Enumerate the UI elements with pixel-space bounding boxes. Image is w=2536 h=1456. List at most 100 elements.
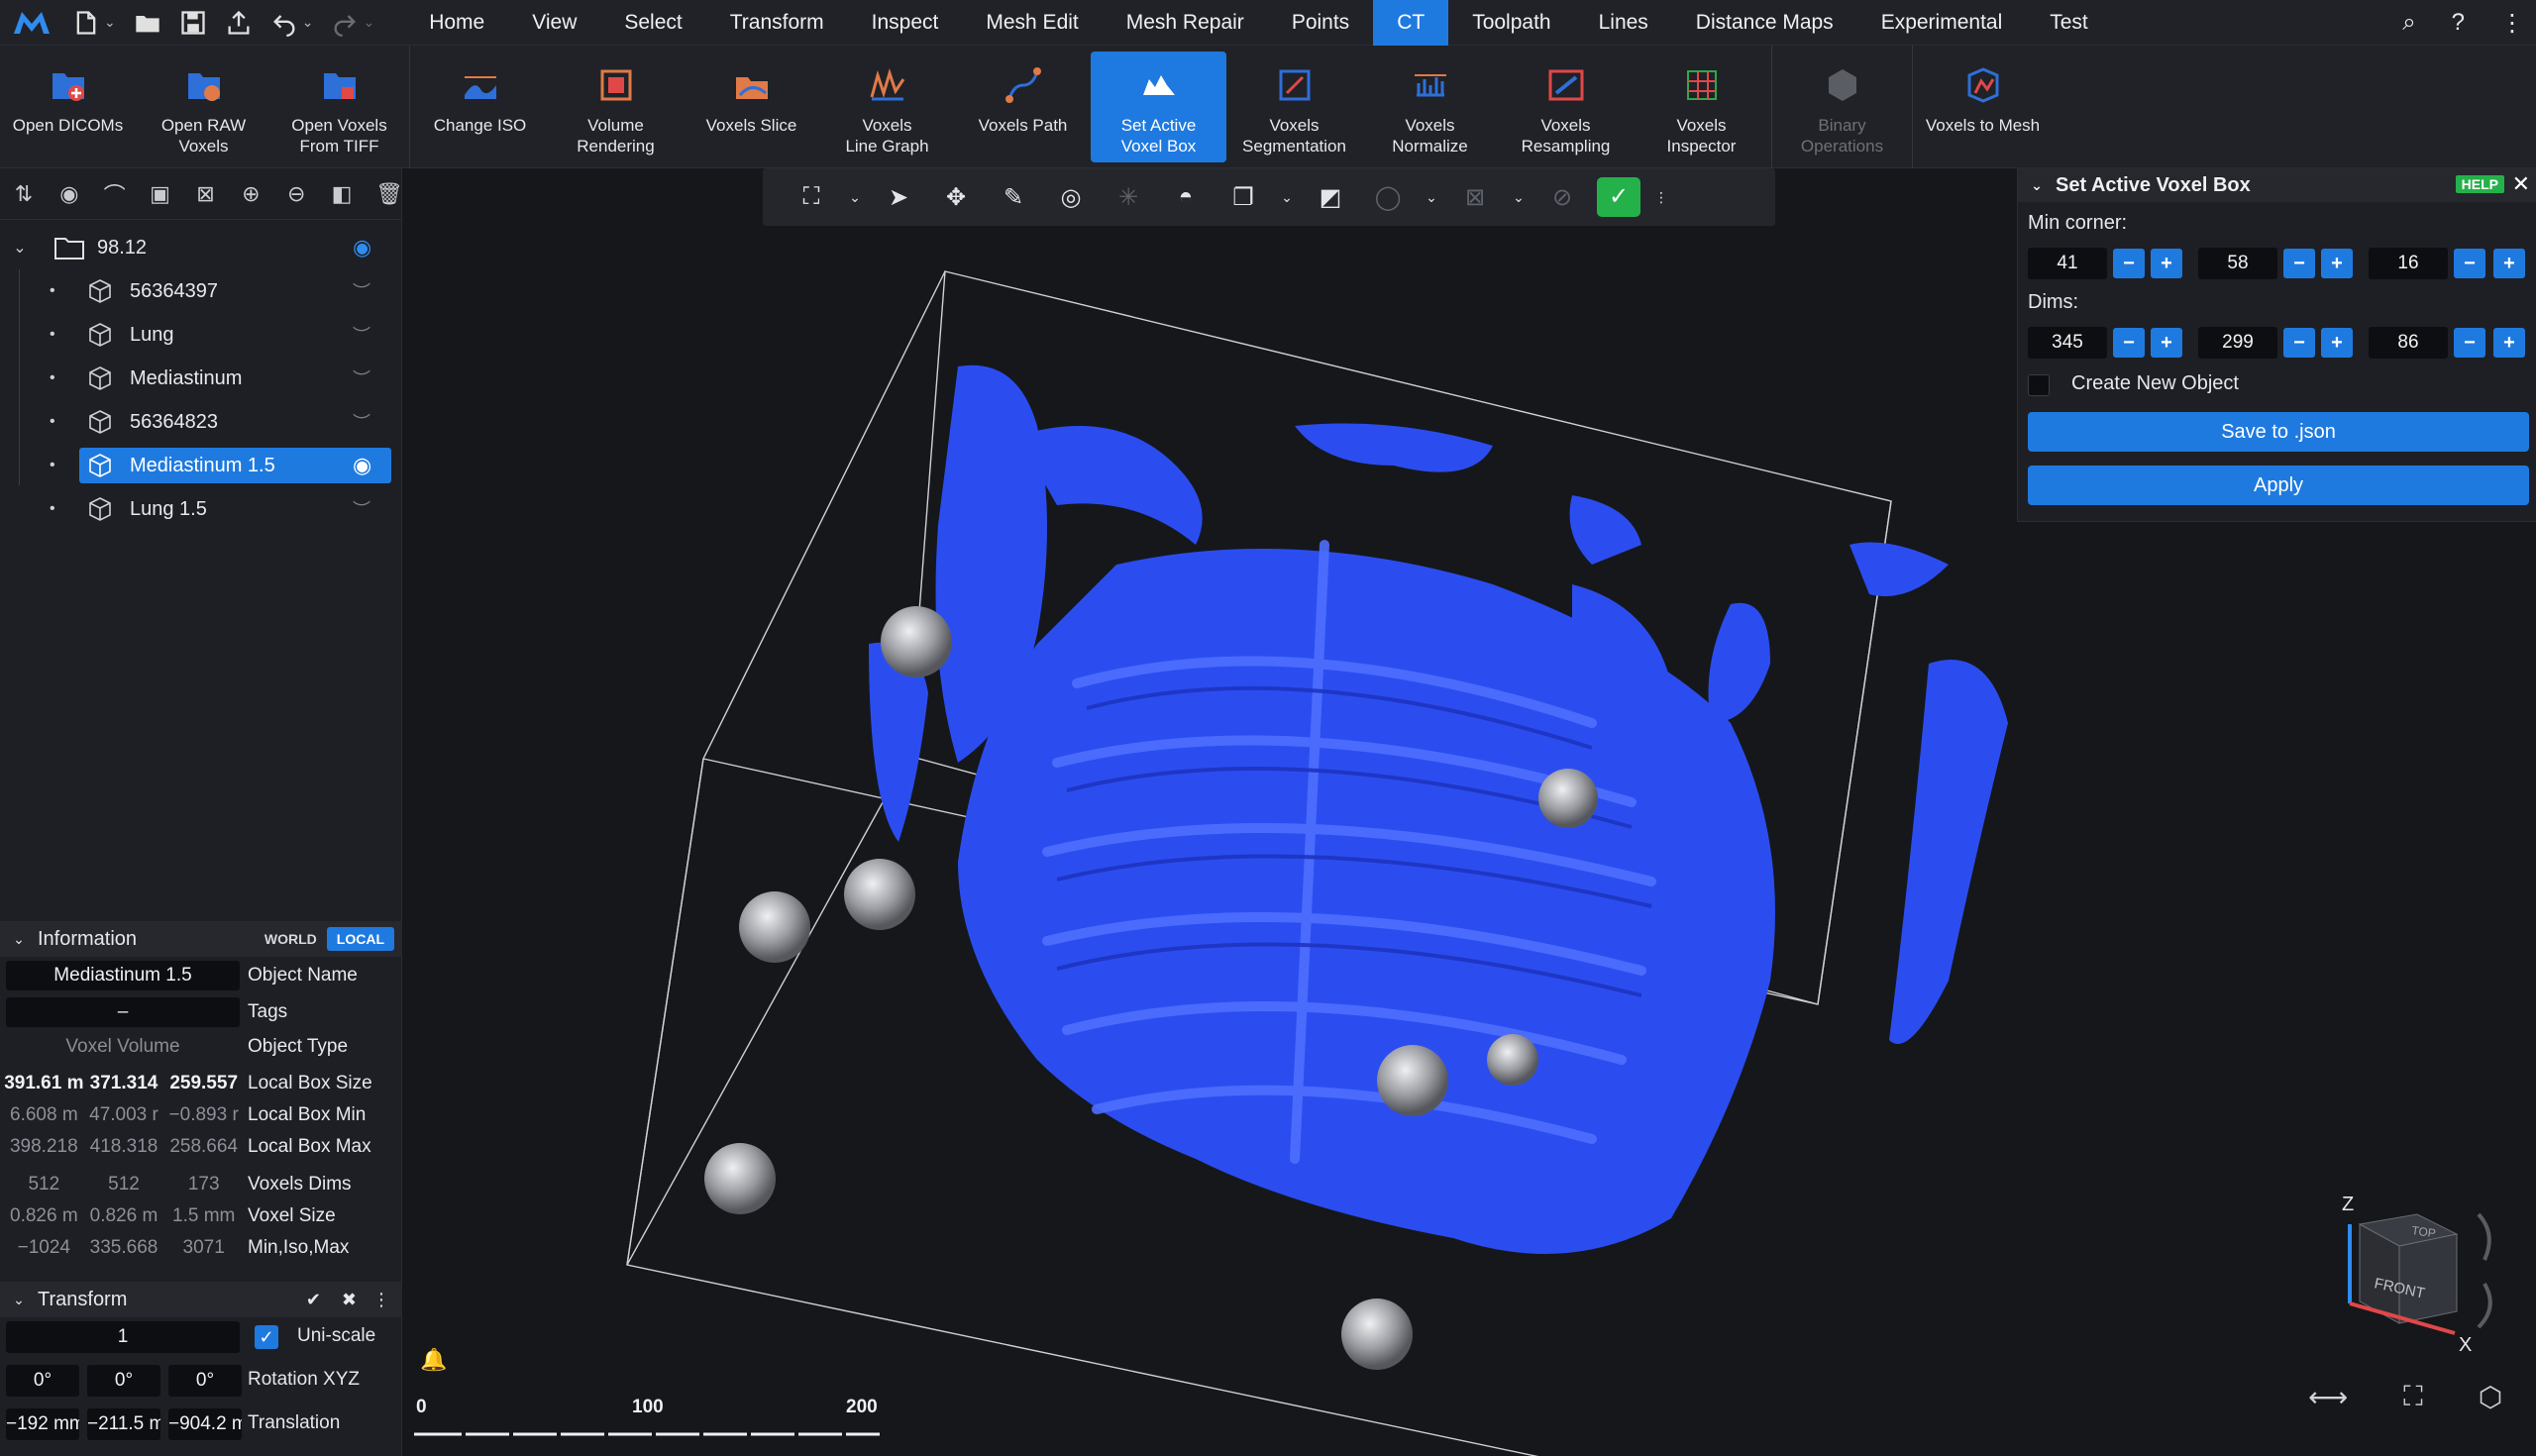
translation-z-field[interactable]: −904.2 m [168, 1408, 242, 1440]
split-icon[interactable]: ◧ [330, 181, 354, 207]
min-corner-x-increment[interactable]: + [2151, 249, 2182, 278]
hidden-eye-icon[interactable]: ︶ [353, 409, 370, 435]
create-new-object-checkbox[interactable] [2028, 374, 2050, 396]
eye-icon[interactable]: ◉ [57, 181, 81, 207]
help-button[interactable]: HELP [2455, 175, 2504, 193]
menu-experimental[interactable]: Experimental [1857, 0, 2027, 46]
clip-icon[interactable]: ◩ [1302, 183, 1359, 212]
menu-transform[interactable]: Transform [706, 0, 848, 46]
min-corner-y-decrement[interactable]: − [2283, 249, 2315, 278]
translation-y-field[interactable]: −211.5 m [87, 1408, 160, 1440]
mesh-icon[interactable]: ✳ [1100, 183, 1157, 212]
notification-bell-icon[interactable]: 🔔 [420, 1347, 447, 1373]
menu-points[interactable]: Points [1268, 0, 1373, 46]
rotate-icon[interactable]: ◎ [1042, 183, 1100, 212]
chevron-down-icon[interactable]: ⌄ [840, 189, 870, 206]
more-icon[interactable]: ⋮ [2500, 9, 2524, 38]
search-icon[interactable]: ⌕ [2402, 9, 2415, 37]
lasso-icon[interactable]: ◯ [1359, 183, 1417, 212]
change-iso-button[interactable]: Change ISO [412, 46, 548, 168]
chevron-down-icon[interactable]: ⌄ [0, 238, 40, 258]
open-folder-icon[interactable] [125, 0, 170, 46]
move-icon[interactable]: ✥ [927, 183, 985, 212]
menu-ct[interactable]: CT [1373, 0, 1449, 46]
voxels-normalize-button[interactable]: Voxels Normalize [1362, 46, 1498, 168]
menu-select[interactable]: Select [600, 0, 705, 46]
min-corner-z-decrement[interactable]: − [2454, 249, 2485, 278]
dims-x-increment[interactable]: + [2151, 328, 2182, 358]
tree-item[interactable]: • Lung 1.5 ︶ [0, 487, 401, 531]
save-json-button[interactable]: Save to .json [2028, 412, 2529, 452]
copy-icon[interactable]: ❐ [1215, 183, 1272, 212]
chevron-down-icon[interactable]: ⌄ [1504, 189, 1533, 206]
voxels-path-button[interactable]: Voxels Path [955, 46, 1091, 168]
help-icon[interactable]: ? [2452, 9, 2465, 37]
hidden-eye-icon[interactable]: ︶ [353, 322, 370, 348]
min-corner-y-field[interactable]: 58 [2198, 248, 2277, 279]
paint-icon[interactable]: ◓ [1157, 183, 1215, 211]
navigation-cube[interactable]: TOP FRONT Z X [2308, 1185, 2506, 1383]
set-active-voxel-box-button[interactable]: Set Active Voxel Box [1091, 52, 1226, 162]
edit-select-icon[interactable]: ✎ [985, 183, 1042, 212]
tree-item[interactable]: • 56364397 ︶ [0, 269, 401, 313]
cursor-icon[interactable]: ➤ [870, 183, 927, 212]
tree-item[interactable]: • Lung ︶ [0, 313, 401, 357]
visible-eye-icon[interactable]: ◉ [353, 453, 371, 478]
min-corner-z-field[interactable]: 16 [2369, 248, 2448, 279]
information-header[interactable]: ⌄ Information WORLD LOCAL [0, 921, 402, 957]
hidden-eye-icon[interactable]: ︶ [353, 496, 370, 522]
menu-mesh-repair[interactable]: Mesh Repair [1103, 0, 1268, 46]
min-corner-x-field[interactable]: 41 [2028, 248, 2107, 279]
confirm-check-icon[interactable]: ✓ [1597, 177, 1640, 217]
cube-view-icon[interactable]: ⬡ [2479, 1381, 2502, 1413]
voxels-resampling-button[interactable]: Voxels Resampling [1498, 46, 1634, 168]
hide-icon[interactable]: ⌒ [103, 178, 127, 210]
hidden-eye-icon[interactable]: ︶ [353, 365, 370, 391]
perspective-icon[interactable]: ⛶ [2403, 1381, 2423, 1413]
trash-icon[interactable]: 🗑 [375, 181, 403, 207]
rotation-x-field[interactable]: 0° [6, 1365, 79, 1397]
tags-field[interactable]: – [6, 997, 240, 1027]
visible-eye-icon[interactable]: ◉ [353, 235, 371, 260]
voxels-line-graph-button[interactable]: Voxels Line Graph [819, 46, 955, 168]
tree-root[interactable]: ⌄ 98.12 ◉ [0, 226, 401, 269]
menu-test[interactable]: Test [2026, 0, 2112, 46]
local-toggle[interactable]: LOCAL [326, 927, 394, 951]
min-corner-y-increment[interactable]: + [2321, 249, 2353, 278]
min-corner-x-decrement[interactable]: − [2113, 249, 2145, 278]
dims-y-increment[interactable]: + [2321, 328, 2353, 358]
chevron-down-icon[interactable]: ⌄ [2018, 177, 2056, 194]
view-cube-icon[interactable]: TOP FRONT Z X [2308, 1185, 2506, 1383]
menu-inspect[interactable]: Inspect [848, 0, 963, 46]
chevron-down-icon[interactable]: ⌄ [1417, 189, 1446, 206]
export-icon[interactable] [216, 0, 262, 46]
scale-field[interactable]: 1 [6, 1321, 240, 1353]
tree-item[interactable]: • Mediastinum ︶ [0, 357, 401, 400]
select-all-icon[interactable]: ▣ [149, 181, 172, 207]
sort-icon[interactable]: ⇅ [12, 181, 36, 207]
apply-check-icon[interactable]: ✔ [306, 1290, 321, 1310]
apply-button[interactable]: Apply [2028, 466, 2529, 505]
more-icon[interactable]: ⋮ [1646, 189, 1676, 206]
move-up-icon[interactable]: ⊕ [239, 181, 263, 207]
box-select-icon[interactable]: ⊠ [1446, 183, 1504, 212]
open-raw-voxels-button[interactable]: Open RAW Voxels [136, 46, 271, 168]
redo-icon[interactable]: ⌄ [322, 0, 383, 46]
ruler-icon[interactable]: ⟷ [2308, 1381, 2348, 1413]
open-tiff-button[interactable]: Open Voxels From TIFF [271, 46, 407, 168]
translation-x-field[interactable]: −192 mm [6, 1408, 79, 1440]
move-down-icon[interactable]: ⊖ [284, 181, 308, 207]
transform-header[interactable]: ⌄ Transform ✔ ✖ ⋮ [0, 1282, 402, 1317]
hidden-eye-icon[interactable]: ︶ [353, 278, 370, 304]
voxels-slice-button[interactable]: Voxels Slice [684, 46, 819, 168]
menu-lines[interactable]: Lines [1575, 0, 1672, 46]
rotation-z-field[interactable]: 0° [168, 1365, 242, 1397]
new-file-icon[interactable]: ⌄ [63, 0, 125, 46]
dims-z-increment[interactable]: + [2493, 328, 2525, 358]
volume-rendering-button[interactable]: Volume Rendering [548, 46, 684, 168]
tree-item-selected[interactable]: • Mediastinum 1.5 ◉ [0, 444, 401, 487]
uniscale-checkbox[interactable]: ✓ [255, 1325, 278, 1349]
voxels-to-mesh-button[interactable]: Voxels to Mesh [1915, 46, 2051, 168]
disable-icon[interactable]: ⊘ [1533, 183, 1591, 212]
save-icon[interactable] [170, 0, 216, 46]
